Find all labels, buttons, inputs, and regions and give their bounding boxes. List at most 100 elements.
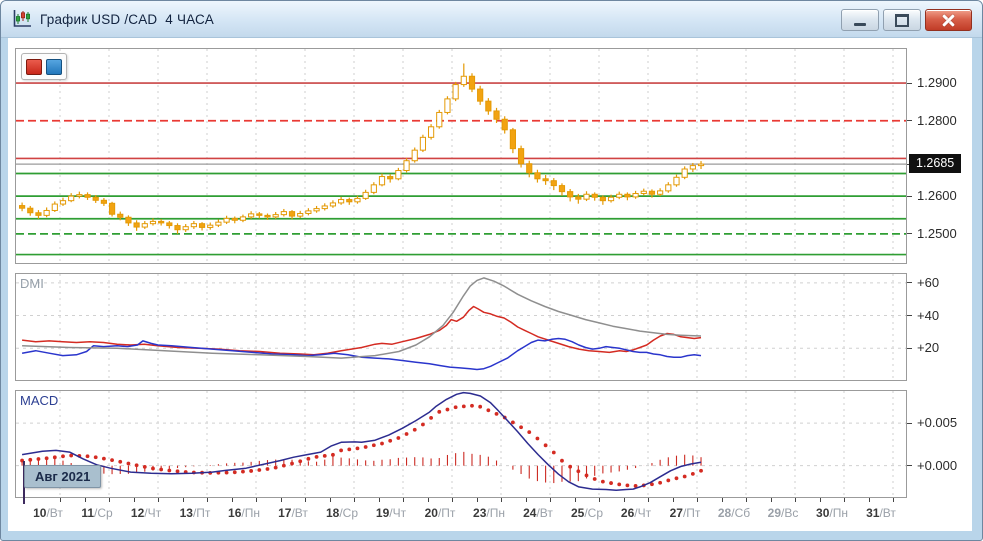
style-buttons-toolbar [21,53,67,80]
date-day-number: 25 [571,506,584,520]
price-axis-tick [907,83,912,84]
window-title: График USD /CAD 4 ЧАСА [40,12,214,27]
minimize-icon [854,23,866,26]
date-day-number: 31 [866,506,879,520]
date-label: 27/Пт [670,506,701,520]
date-axis-tick [134,498,135,502]
date-day-number: 26 [621,506,634,520]
date-axis-tick [256,498,257,502]
date-axis-tick [893,498,894,502]
date-weekday: /Пн [486,506,505,520]
date-label: 24/Вт [523,506,553,520]
date-label: 19/Чт [376,506,406,520]
blue-style-button[interactable] [46,59,62,75]
current-price-badge: 1.2685 [909,154,961,173]
macd-indicator-panel[interactable] [15,390,907,498]
price-axis-label: 1.2800 [917,113,957,128]
date-axis-tick [232,498,233,502]
date-weekday: /Чт [634,506,651,520]
date-axis-tick [844,498,845,502]
macd-axis-label: +0.005 [917,415,957,430]
date-weekday: /Пт [438,506,455,520]
date-axis-tick [746,498,747,502]
maximize-icon [895,14,909,27]
date-label: 16/Пн [228,506,260,520]
date-day-number: 17 [278,506,291,520]
date-axis-tick [869,498,870,502]
date-label: 10/Вт [33,506,63,520]
date-weekday: /Вт [46,506,62,520]
price-axis-tick [907,233,912,234]
date-axis-tick [673,498,674,502]
date-day-number: 11 [81,506,94,520]
date-label: 28/Сб [718,506,750,520]
date-label: 23/Пн [473,506,505,520]
date-axis-tick [403,498,404,502]
date-weekday: /Чт [389,506,406,520]
date-day-number: 12 [131,506,144,520]
price-axis-label: 1.2600 [917,188,957,203]
date-label: 30/Пн [816,506,848,520]
price-axis-label: 1.2900 [917,75,957,90]
date-axis-tick [477,498,478,502]
maximize-button[interactable] [883,9,921,31]
date-label: 11/Ср [81,506,112,520]
price-chart-panel[interactable] [15,48,907,264]
date-weekday: /Ср [339,506,358,520]
chart-surface: 1.29001.28001.26851.26001.2500+60+40+20D… [8,38,972,531]
date-label: 26/Чт [621,506,651,520]
dmi-indicator-panel[interactable] [15,273,907,381]
price-axis-label: 1.2500 [917,226,957,241]
date-weekday: /Пн [241,506,260,520]
date-weekday: /Вс [781,506,798,520]
date-axis-tick [526,498,527,502]
date-axis-tick [795,498,796,502]
macd-axis-tick [907,423,912,424]
macd-panel-title: MACD [20,393,58,408]
macd-axis-tick [907,465,912,466]
date-day-number: 28 [718,506,731,520]
dmi-axis-label: +20 [917,340,939,355]
dmi-panel-title: DMI [20,276,44,291]
date-day-number: 20 [425,506,438,520]
date-weekday: /Ср [94,506,113,520]
date-weekday: /Пн [829,506,848,520]
date-weekday: /Вт [879,506,895,520]
date-day-number: 19 [376,506,389,520]
red-style-button[interactable] [26,59,42,75]
date-axis-tick [60,498,61,502]
date-day-number: 18 [326,506,339,520]
date-label: 18/Ср [326,506,358,520]
date-axis-tick [207,498,208,502]
date-axis-tick [624,498,625,502]
minimize-button[interactable] [841,9,879,31]
macd-axis-label: +0.000 [917,458,957,473]
date-label: 13/Пт [180,506,211,520]
date-weekday: /Пт [683,506,700,520]
dmi-axis-tick [907,282,912,283]
close-button[interactable] [925,9,972,31]
date-axis-tick [550,498,551,502]
date-axis-tick [109,498,110,502]
date-day-number: 30 [816,506,829,520]
date-axis-tick [452,498,453,502]
date-axis-tick [281,498,282,502]
titlebar[interactable]: График USD /CAD 4 ЧАСА [1,1,982,38]
date-weekday: /Ср [584,506,603,520]
date-axis-tick [85,498,86,502]
price-axis-tick [907,196,912,197]
date-weekday: /Сб [731,506,750,520]
date-day-number: 27 [670,506,683,520]
date-label: 12/Чт [131,506,161,520]
date-axis-tick [648,498,649,502]
dmi-axis-label: +40 [917,308,939,323]
chart-client-area: 1.29001.28001.26851.26001.2500+60+40+20D… [8,38,972,531]
price-axis-tick [907,120,912,121]
date-day-number: 10 [33,506,46,520]
date-axis-tick [820,498,821,502]
date-axis-tick [428,498,429,502]
date-axis-tick [771,498,772,502]
candlestick-chart-icon [11,9,33,29]
date-label: 20/Пт [425,506,456,520]
date-axis-tick [501,498,502,502]
